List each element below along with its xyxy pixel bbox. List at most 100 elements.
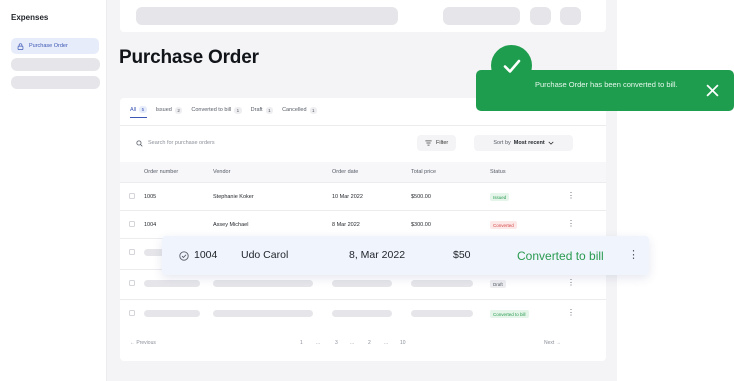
sort-dropdown[interactable]: Sort by Most recent (474, 135, 573, 151)
pagination-page[interactable]: 10 (400, 340, 406, 346)
row-checkbox[interactable] (129, 193, 135, 199)
pagination-previous[interactable]: ← Previous (130, 340, 156, 346)
total-price: $300.00 (411, 222, 431, 228)
total-price: $50 (453, 249, 471, 261)
sidebar-item-placeholder[interactable] (11, 58, 100, 71)
more-options-icon[interactable]: ⋮ (567, 279, 575, 287)
cell-placeholder (411, 310, 473, 317)
tab-label: Cancelled (282, 107, 307, 113)
pagination-ellipsis: ... (384, 340, 389, 346)
sidebar-item-label: Purchase Order (29, 43, 68, 49)
toast-message: Purchase Order has been converted to bil… (535, 80, 678, 89)
vendor-name: Udo Carol (241, 249, 289, 261)
filter-button[interactable]: Filter (417, 135, 457, 151)
row-checkbox[interactable] (129, 280, 135, 286)
row-checkbox[interactable] (129, 221, 135, 227)
tab-count-badge: 1 (265, 106, 274, 114)
cell-placeholder (144, 280, 200, 287)
row-checkbox[interactable] (129, 249, 135, 255)
filter-label: Filter (436, 140, 449, 146)
tab-issued[interactable]: Issued 2 (155, 106, 183, 118)
pagination-page[interactable]: 3 (335, 340, 338, 346)
more-options-icon[interactable]: ⋮ (628, 248, 639, 261)
more-options-icon[interactable]: ⋮ (567, 309, 575, 317)
tab-converted-to-bill[interactable]: Converted to bill 1 (191, 106, 242, 118)
lock-icon (17, 42, 24, 50)
arrow-right-icon: → (555, 340, 561, 346)
sidebar-item-placeholder[interactable] (11, 76, 100, 89)
tab-divider (120, 125, 606, 126)
tab-count-badge: 5 (139, 106, 147, 113)
topbar-button-placeholder[interactable] (443, 7, 520, 25)
table-row[interactable]: 1005 Stephanie Koker 10 Mar 2022 $500.00… (120, 182, 606, 210)
pagination-previous-label: Previous (136, 340, 156, 346)
cell-placeholder (213, 280, 313, 287)
close-icon[interactable] (706, 84, 719, 97)
main-content: Purchase Order All 5 Issued 2 Converted … (107, 0, 617, 381)
topbar-icon-placeholder[interactable] (560, 7, 581, 25)
order-date: 8, Mar 2022 (349, 249, 406, 261)
order-number: 1004 (194, 249, 218, 261)
cell-placeholder (332, 310, 392, 317)
total-price: $500.00 (411, 194, 431, 200)
status-label: Converted to bill (517, 249, 604, 263)
sort-prefix: Sort by (493, 140, 511, 146)
tab-count-badge: 1 (309, 106, 318, 114)
tab-label: Issued (155, 107, 172, 113)
status-tabs: All 5 Issued 2 Converted to bill 1 Draft… (130, 106, 318, 118)
row-checkbox[interactable] (129, 310, 135, 316)
tab-draft[interactable]: Draft 1 (250, 106, 274, 118)
order-number: 1004 (144, 222, 157, 228)
table-row[interactable]: Converted to bill ⋮ (120, 299, 606, 327)
column-header[interactable]: Order number (144, 169, 178, 175)
cell-placeholder (332, 280, 392, 287)
status-badge: Converted (490, 221, 517, 229)
pagination-ellipsis: ... (350, 340, 355, 346)
sort-value: Most recent (513, 140, 545, 146)
check-circle-icon (179, 251, 189, 261)
top-bar (120, 0, 606, 32)
pagination-page[interactable]: 1 (300, 340, 303, 346)
column-header[interactable]: Status (490, 169, 506, 175)
pagination-next-label: Next (544, 340, 555, 346)
cell-placeholder (144, 310, 200, 317)
column-header[interactable]: Total price (411, 169, 436, 175)
topbar-search-placeholder[interactable] (136, 7, 398, 25)
purchase-order-card: All 5 Issued 2 Converted to bill 1 Draft… (120, 98, 606, 361)
search-placeholder: Search for purchase orders (148, 140, 215, 146)
status-badge: Issued (490, 193, 510, 201)
pagination-next[interactable]: Next → (544, 340, 561, 346)
column-header[interactable]: Vendor (213, 169, 230, 175)
more-options-icon[interactable]: ⋮ (567, 220, 575, 228)
vendor-name: Stephanie Koker (213, 194, 254, 200)
topbar-icon-placeholder[interactable] (530, 7, 551, 25)
search-icon (136, 139, 143, 147)
sidebar-title: Expenses (11, 13, 49, 22)
table-row[interactable]: 1004 Assey Michael 8 Mar 2022 $300.00 Co… (120, 210, 606, 238)
tab-label: Converted to bill (191, 107, 232, 113)
page: Expenses Purchase Order Purchase Order A… (0, 0, 734, 381)
success-check-badge (491, 45, 532, 86)
status-badge: Converted to bill (490, 310, 529, 318)
highlighted-row[interactable]: 1004 Udo Carol 8, Mar 2022 $50 Converted… (162, 236, 649, 275)
cell-placeholder (411, 280, 473, 287)
pagination-page[interactable]: 2 (368, 340, 371, 346)
tab-label: Draft (250, 107, 263, 113)
column-header[interactable]: Order date (332, 169, 358, 175)
chevron-down-icon (548, 141, 554, 145)
more-options-icon[interactable]: ⋮ (567, 192, 575, 200)
vendor-name: Assey Michael (213, 222, 249, 228)
tab-cancelled[interactable]: Cancelled 1 (282, 106, 318, 118)
page-title: Purchase Order (119, 47, 259, 68)
filter-icon (425, 140, 432, 146)
checkmark-icon (503, 59, 520, 73)
tab-all[interactable]: All 5 (130, 106, 147, 118)
tab-label: All (130, 106, 137, 113)
tab-count-badge: 2 (174, 106, 183, 114)
search-input[interactable]: Search for purchase orders (130, 135, 410, 151)
status-badge: Draft (490, 280, 506, 288)
order-date: 10 Mar 2022 (332, 194, 363, 200)
tab-count-badge: 1 (234, 106, 242, 114)
sidebar-item-purchase-order[interactable]: Purchase Order (11, 38, 99, 54)
arrow-left-icon: ← (130, 340, 135, 346)
